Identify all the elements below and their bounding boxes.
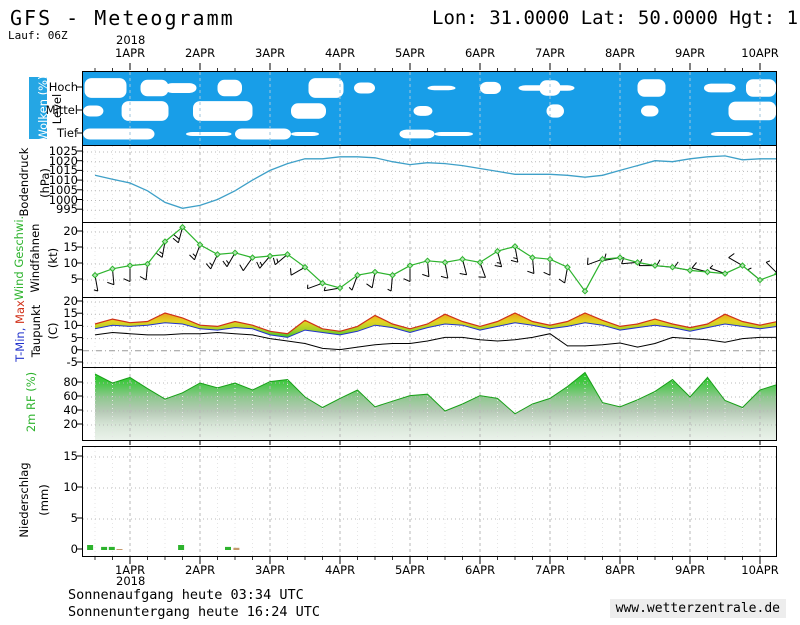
meteogram-page: GFS - Meteogramm Lon: 31.0000 Lat: 50.00…: [0, 0, 800, 625]
x-axis-bottom: 1APR 2APR 3APR 4APR 5APR 6APR 7APR 8APR 9APR 10AP…: [0, 563, 800, 577]
temperature-tick-10: 10: [0, 319, 78, 331]
temp-chart: [83, 298, 776, 367]
precip-chart: [83, 447, 776, 556]
clouds-axis-title: Wolken (%): [37, 43, 49, 173]
day-label-4apr: 4APR: [325, 46, 355, 60]
wind-tick-15: 15: [0, 241, 78, 253]
temperature-tick-0: 0: [0, 344, 78, 356]
panel-pressure: [82, 145, 777, 223]
day-label-7apr: 7APR: [535, 563, 565, 577]
press-chart: [83, 146, 776, 222]
day-label-1apr: 1APR: [115, 46, 145, 60]
day-label-2apr: 2APR: [185, 563, 215, 577]
precipitation-tick-15: 15: [0, 450, 78, 462]
day-label-5apr: 5APR: [395, 46, 425, 60]
humidity-tick-20: 20: [0, 418, 78, 430]
temperature-tick-15: 15: [0, 307, 78, 319]
day-label-3apr: 3APR: [255, 563, 285, 577]
day-label-7apr: 7APR: [535, 46, 565, 60]
day-label-6apr: 6APR: [465, 46, 495, 60]
model-run-label: Lauf: 06Z: [8, 29, 68, 42]
precipitation-tick-5: 5: [0, 512, 78, 524]
day-label-9apr: 9APR: [675, 563, 705, 577]
temperature-tick--5: -5: [0, 356, 78, 368]
pressure-tick-995: 995: [0, 203, 78, 215]
wind-tick-10: 10: [0, 257, 78, 269]
precipitation-tick-0: 0: [0, 543, 78, 555]
day-label-2apr: 2APR: [185, 46, 215, 60]
day-label-10apr: 10APR: [741, 46, 778, 60]
panel-wind: [82, 222, 777, 298]
humidity-tick-80: 80: [0, 376, 78, 388]
day-label-6apr: 6APR: [465, 563, 495, 577]
rf-chart: [83, 368, 776, 440]
day-label-3apr: 3APR: [255, 46, 285, 60]
day-label-4apr: 4APR: [325, 563, 355, 577]
wind-chart: [83, 223, 776, 297]
coordinates-label: Lon: 31.0000 Lat: 50.0000 Hgt: 1: [432, 7, 798, 29]
sunset-label: Sonnenuntergang heute 16:24 UTC: [68, 604, 320, 620]
day-label-8apr: 8APR: [605, 563, 635, 577]
x-axis-top: 1APR 2APR 3APR 4APR 5APR 6APR 7APR 8APR 9APR 10AP…: [0, 46, 800, 60]
panel-humidity: [82, 367, 777, 441]
precipitation-tick-10: 10: [0, 481, 78, 493]
day-label-5apr: 5APR: [395, 563, 425, 577]
page-title: GFS - Meteogramm: [10, 6, 235, 30]
website-link[interactable]: www.wetterzentrale.de: [610, 599, 786, 618]
panel-temperature: [82, 297, 777, 368]
humidity-tick-60: 60: [0, 390, 78, 402]
clouds-chart: [83, 72, 776, 145]
panel-precipitation: [82, 446, 777, 557]
day-label-10apr: 10APR: [741, 563, 778, 577]
day-label-9apr: 9APR: [675, 46, 705, 60]
day-label-1apr: 1APR: [115, 563, 145, 577]
temperature-tick-20: 20: [0, 295, 78, 307]
humidity-tick-40: 40: [0, 404, 78, 416]
wind-tick-5: 5: [0, 273, 78, 285]
sunrise-label: Sonnenaufgang heute 03:34 UTC: [68, 587, 304, 603]
temperature-tick-5: 5: [0, 332, 78, 344]
day-label-8apr: 8APR: [605, 46, 635, 60]
year-label-top: 2018: [116, 33, 145, 47]
panel-clouds: [82, 71, 777, 146]
wind-tick-20: 20: [0, 225, 78, 237]
